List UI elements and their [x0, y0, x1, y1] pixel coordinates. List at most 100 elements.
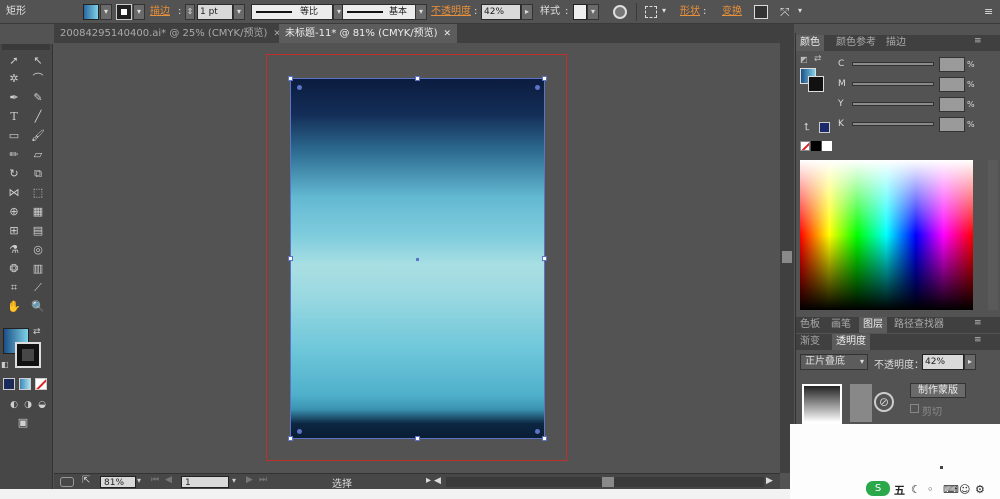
brush-definition[interactable]: 基本 [342, 4, 416, 20]
line-tool-icon[interactable]: ╱ [27, 108, 49, 126]
moon-icon[interactable]: ☾ [911, 483, 921, 496]
selection-handle[interactable] [288, 436, 293, 441]
lasso-tool-icon[interactable]: ⌒ [27, 70, 49, 88]
tab-color[interactable]: 颜色 [796, 35, 824, 51]
anchor-point[interactable] [535, 85, 540, 90]
k-value-field[interactable] [939, 117, 965, 132]
stroke-label[interactable]: 描边 [150, 0, 170, 24]
direct-selection-tool-icon[interactable]: ↖ [27, 52, 49, 70]
opacity-label[interactable]: 不透明度 [431, 0, 471, 24]
shape-label[interactable]: 形状 [680, 0, 700, 24]
isolate-icon[interactable] [754, 5, 768, 19]
m-slider[interactable] [852, 82, 934, 86]
panel-menu-icon[interactable]: ≡ [984, 5, 993, 18]
stroke-weight-dropdown[interactable]: ▾ [233, 4, 245, 20]
selection-handle[interactable] [415, 436, 420, 441]
cc-icon[interactable] [60, 477, 74, 487]
symbol-sprayer-tool-icon[interactable]: ❂ [3, 260, 25, 278]
next-artboard-icon[interactable]: ▶ [246, 475, 253, 485]
scroll-thumb[interactable] [602, 477, 614, 487]
recolor-artwork-icon[interactable] [613, 5, 627, 19]
anchor-point[interactable] [535, 429, 540, 434]
rectangle-tool-icon[interactable]: ▭ [3, 127, 25, 145]
column-graph-tool-icon[interactable]: ▥ [27, 260, 49, 278]
c-slider[interactable] [852, 62, 934, 66]
c-value-field[interactable] [939, 57, 965, 72]
style-dropdown[interactable]: ▾ [587, 4, 599, 20]
eyedropper-tool-icon[interactable]: ⚗ [3, 241, 25, 259]
tab-stroke[interactable]: 描边 [882, 35, 910, 51]
ime-logo-icon[interactable]: S [866, 481, 890, 496]
panel-menu-icon[interactable]: ≡ [974, 318, 982, 328]
color-mode-icon[interactable] [3, 378, 15, 390]
color-spectrum[interactable] [800, 160, 973, 310]
selection-tool-icon[interactable]: ➚ [3, 52, 25, 70]
swap-fill-stroke-icon[interactable]: ⇄ [33, 327, 41, 337]
mesh-tool-icon[interactable]: ⊞ [3, 222, 25, 240]
hand-tool-icon[interactable]: ✋ [3, 298, 25, 316]
settings-icon[interactable]: ⚙ [975, 483, 985, 496]
artboard-number-field[interactable]: 1 [181, 476, 229, 488]
make-mask-button[interactable]: 制作蒙版 [910, 383, 966, 398]
anchor-point[interactable] [297, 85, 302, 90]
stroke-weight-field[interactable]: 1 pt [197, 4, 233, 20]
zoom-dropdown[interactable]: ▾ [137, 476, 141, 485]
selection-handle[interactable] [415, 76, 420, 81]
align-to-icon[interactable] [645, 6, 657, 18]
blend-mode-select[interactable]: 正片叠底 ▾ [800, 354, 868, 370]
panel-scrollbar[interactable] [988, 160, 998, 310]
object-thumbnail[interactable] [802, 384, 842, 424]
scroll-thumb[interactable] [782, 251, 792, 263]
curvature-tool-icon[interactable]: ✎ [27, 89, 49, 107]
eraser-tool-icon[interactable]: ▱ [27, 146, 49, 164]
default-colors-icon[interactable]: ◩ [800, 55, 808, 64]
arrange-dropdown[interactable]: ▾ [794, 4, 806, 20]
fill-swatch[interactable] [83, 4, 99, 20]
panel-stroke-box[interactable] [808, 76, 824, 92]
default-fill-stroke-icon[interactable]: ◧ [1, 360, 9, 369]
m-value-field[interactable] [939, 77, 965, 92]
panel-menu-icon[interactable]: ≡ [974, 335, 982, 345]
selection-handle[interactable] [542, 76, 547, 81]
vertical-scrollbar[interactable] [780, 43, 794, 473]
scroll-left-icon[interactable]: ◀ [434, 476, 441, 486]
slice-tool-icon[interactable]: ⟋ [27, 279, 49, 297]
panel-menu-icon[interactable]: ≡ [974, 36, 982, 46]
white-swatch[interactable] [822, 141, 832, 151]
previous-artboard-icon[interactable]: ◀ [165, 475, 172, 485]
toolbox-grip[interactable] [2, 44, 50, 50]
tab-brushes[interactable]: 画笔 [827, 317, 855, 333]
draw-inside-icon[interactable]: ◒ [31, 396, 53, 414]
web-safe-swatch[interactable] [819, 122, 830, 133]
transparency-opacity-field[interactable]: 42% [922, 354, 964, 370]
selection-handle[interactable] [288, 256, 293, 261]
k-slider[interactable] [852, 122, 934, 126]
scroll-right-icon[interactable]: ▶ [766, 476, 773, 486]
paintbrush-tool-icon[interactable]: 🖌 [27, 127, 49, 145]
free-transform-tool-icon[interactable]: ⬚ [27, 184, 49, 202]
close-icon[interactable]: ✕ [444, 29, 452, 39]
none-mode-icon[interactable] [35, 378, 47, 390]
swap-colors-icon[interactable]: ⇄ [814, 54, 822, 64]
stroke-color-box[interactable] [15, 342, 41, 368]
pen-tool-icon[interactable]: ✒ [3, 89, 25, 107]
gradient-tool-icon[interactable]: ▤ [27, 222, 49, 240]
width-tool-icon[interactable]: ⋈ [3, 184, 25, 202]
zoom-field[interactable]: 81% [100, 476, 136, 488]
variable-width-profile[interactable]: 等比 [251, 4, 333, 20]
artboard-tool-icon[interactable]: ⌗ [3, 279, 25, 297]
gradient-mode-icon[interactable] [19, 378, 31, 390]
opacity-field[interactable]: 42% [481, 4, 521, 20]
brush-dropdown[interactable]: ▾ [415, 4, 427, 20]
y-value-field[interactable] [939, 97, 965, 112]
out-of-gamut-icon[interactable]: ⮤ [804, 122, 810, 133]
opacity-dropdown[interactable]: ▸ [521, 4, 533, 20]
tab-pathfinder[interactable]: 路径查找器 [890, 317, 948, 333]
selection-handle[interactable] [542, 256, 547, 261]
pencil-tool-icon[interactable]: ✏ [3, 146, 25, 164]
rotate-tool-icon[interactable]: ↻ [3, 165, 25, 183]
tab-document-2[interactable]: 未标题-11* @ 81% (CMYK/预览) ✕ [279, 24, 458, 43]
selection-handle[interactable] [542, 436, 547, 441]
stroke-weight-stepper[interactable]: ⇕ [185, 4, 195, 20]
share-icon[interactable]: ⇱ [82, 475, 90, 486]
